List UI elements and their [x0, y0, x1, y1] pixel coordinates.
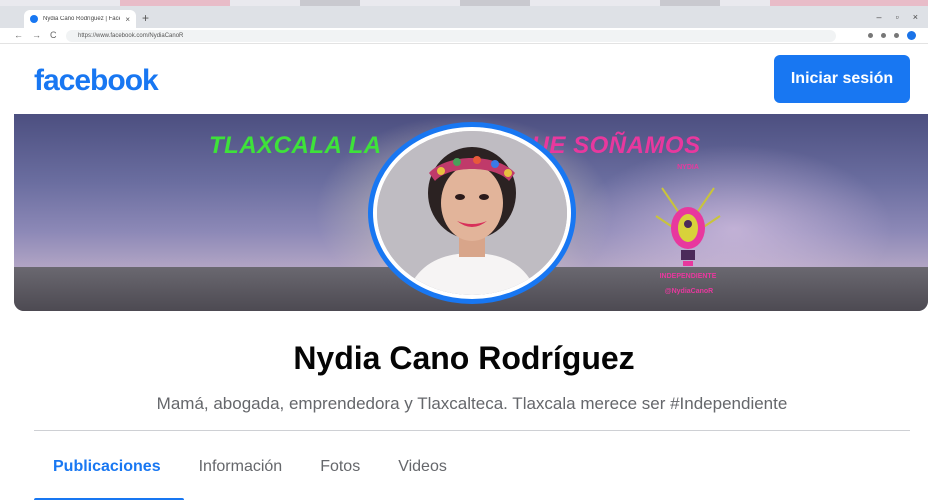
forward-arrow-icon[interactable]: → — [32, 30, 41, 40]
profile-photo — [377, 131, 567, 295]
tab-informacion[interactable]: Información — [180, 452, 302, 482]
browser-window: Nydia Cano Rodríguez | Facebook × + – ▫ … — [0, 0, 928, 500]
facebook-favicon — [30, 15, 38, 23]
campaign-badge: NYDIA INDEPENDIENTE @NydiaCanoR — [634, 162, 742, 308]
profile-bio: Mamá, abogada, emprendedora y Tlaxcaltec… — [156, 394, 788, 413]
slogan-green-text: TLAXCALA LA — [209, 132, 382, 159]
badge-bottom-text: INDEPENDIENTE — [659, 273, 717, 280]
tab-videos[interactable]: Videos — [379, 452, 466, 482]
profile-avatar[interactable] — [368, 122, 576, 304]
tab-publicaciones[interactable]: Publicaciones — [34, 452, 180, 482]
tab-bar: Nydia Cano Rodríguez | Facebook × + – ▫ … — [0, 6, 928, 28]
lightbulb-logo-icon — [655, 187, 721, 266]
badge-social-handle: @NydiaCanoR — [664, 288, 714, 295]
browser-tab[interactable]: Nydia Cano Rodríguez | Facebook × — [24, 10, 136, 28]
facebook-logo[interactable]: facebook — [34, 64, 159, 98]
profile-icon[interactable] — [907, 31, 916, 40]
extension-icon[interactable] — [894, 33, 899, 38]
badge-top-text: NYDIA — [677, 164, 699, 171]
address-bar: ← → C https://www.facebook.com/NydiaCano… — [0, 28, 928, 44]
divider — [34, 430, 910, 431]
facebook-header: facebook Iniciar sesión — [0, 44, 928, 114]
reload-icon[interactable]: C — [50, 30, 57, 40]
nav-buttons: ← → C — [14, 30, 57, 40]
back-arrow-icon[interactable]: ← — [14, 30, 23, 40]
profile-card: TLAXCALA LA UE SOÑAMOS NYDIA INDEPENDIENT… — [0, 114, 928, 500]
profile-tabs: Publicaciones Información Fotos Videos — [34, 452, 466, 482]
url-field[interactable]: https://www.facebook.com/NydiaCanoR — [66, 30, 836, 42]
window-controls: – ▫ × — [877, 12, 918, 22]
new-tab-button[interactable]: + — [142, 12, 149, 24]
extension-icons — [868, 31, 916, 40]
minimize-button[interactable]: – — [877, 12, 882, 22]
extension-icon[interactable] — [868, 33, 873, 38]
maximize-button[interactable]: ▫ — [896, 12, 899, 22]
tab-close-icon[interactable]: × — [125, 15, 130, 24]
tab-title: Nydia Cano Rodríguez | Facebook — [43, 16, 121, 22]
close-window-button[interactable]: × — [913, 12, 918, 22]
tab-fotos[interactable]: Fotos — [301, 452, 379, 482]
profile-name: Nydia Cano Rodríguez — [293, 340, 635, 376]
login-button[interactable]: Iniciar sesión — [774, 55, 910, 103]
portrait-illustration — [377, 131, 567, 295]
extension-icon[interactable] — [881, 33, 886, 38]
